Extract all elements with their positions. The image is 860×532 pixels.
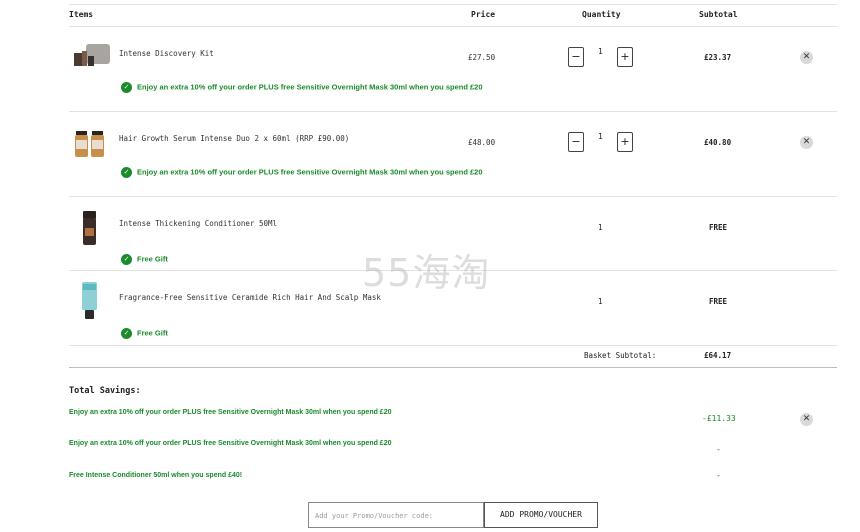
minus-icon: −: [571, 135, 581, 148]
check-circle-icon: ✓: [121, 82, 132, 93]
product-name[interactable]: Fragrance-Free Sensitive Ceramide Rich H…: [119, 293, 381, 302]
decrease-quantity-button[interactable]: −: [568, 132, 584, 152]
remove-item-button[interactable]: ✕: [800, 136, 813, 149]
check-circle-icon: ✓: [121, 254, 132, 265]
header-price: Price: [471, 10, 496, 19]
row-subtotal: FREE: [709, 297, 728, 306]
promo-message: ✓ Free Gift: [121, 328, 168, 339]
plus-icon: +: [620, 135, 630, 148]
row-subtotal: £40.80: [704, 138, 732, 147]
promo-message: ✓ Enjoy an extra 10% off your order PLUS …: [121, 167, 483, 178]
decrease-quantity-button[interactable]: −: [568, 47, 584, 67]
top-divider: [69, 4, 837, 5]
total-savings-title: Total Savings:: [69, 386, 141, 396]
close-icon: ✕: [802, 137, 811, 147]
promo-code-input[interactable]: Add your Promo/Voucher code:: [308, 502, 484, 528]
saving-description: Free Intense Conditioner 50ml when you s…: [69, 472, 243, 479]
row-divider: [69, 111, 837, 112]
saving-amount: -£11.33: [702, 414, 736, 423]
quantity-value: 1: [598, 223, 603, 232]
minus-icon: −: [571, 50, 581, 63]
row-subtotal: £23.37: [704, 53, 732, 62]
increase-quantity-button[interactable]: +: [617, 132, 633, 152]
saving-amount: -: [716, 471, 721, 480]
saving-description: Enjoy an extra 10% off your order PLUS f…: [69, 409, 392, 416]
quantity-value: 1: [598, 47, 603, 56]
add-promo-button[interactable]: ADD PROMO/VOUCHER: [484, 502, 598, 528]
basket-subtotal-label: Basket Subtotal:: [584, 351, 657, 360]
product-price: £27.50: [468, 53, 496, 62]
product-price: £48.00: [468, 138, 496, 147]
quantity-value: 1: [598, 132, 603, 141]
product-image[interactable]: [72, 42, 112, 68]
close-icon: ✕: [802, 52, 811, 62]
promo-message: ✓ Free Gift: [121, 254, 168, 265]
row-divider: [69, 196, 837, 197]
promo-text: Free Gift: [137, 328, 168, 338]
header-quantity: Quantity: [582, 10, 621, 19]
saving-amount: -: [716, 445, 721, 454]
promo-text: Enjoy an extra 10% off your order PLUS f…: [137, 82, 483, 92]
promo-text: Enjoy an extra 10% off your order PLUS f…: [137, 167, 483, 177]
remove-item-button[interactable]: ✕: [800, 51, 813, 64]
product-image[interactable]: [79, 281, 101, 321]
watermark: 55海淘: [362, 251, 491, 295]
increase-quantity-button[interactable]: +: [617, 47, 633, 67]
quantity-value: 1: [598, 297, 603, 306]
product-image[interactable]: [74, 127, 106, 159]
remove-promo-button[interactable]: ✕: [800, 413, 813, 426]
basket-subtotal-value: £64.17: [704, 351, 732, 360]
product-name[interactable]: Intense Discovery Kit: [119, 49, 214, 58]
check-circle-icon: ✓: [121, 328, 132, 339]
header-items: Items: [69, 10, 94, 19]
header-subtotal: Subtotal: [699, 10, 738, 19]
product-name[interactable]: Hair Growth Serum Intense Duo 2 x 60ml (…: [119, 134, 349, 143]
promo-text: Free Gift: [137, 254, 168, 264]
plus-icon: +: [620, 50, 630, 63]
row-divider: [69, 345, 837, 346]
product-name[interactable]: Intense Thickening Conditioner 50Ml: [119, 219, 277, 228]
subtotal-divider: [69, 367, 837, 368]
saving-description: Enjoy an extra 10% off your order PLUS f…: [69, 440, 392, 447]
promo-message: ✓ Enjoy an extra 10% off your order PLUS …: [121, 82, 483, 93]
product-image[interactable]: [80, 210, 100, 246]
header-divider: [69, 26, 837, 27]
check-circle-icon: ✓: [121, 167, 132, 178]
close-icon: ✕: [802, 414, 811, 424]
row-subtotal: FREE: [709, 223, 728, 232]
